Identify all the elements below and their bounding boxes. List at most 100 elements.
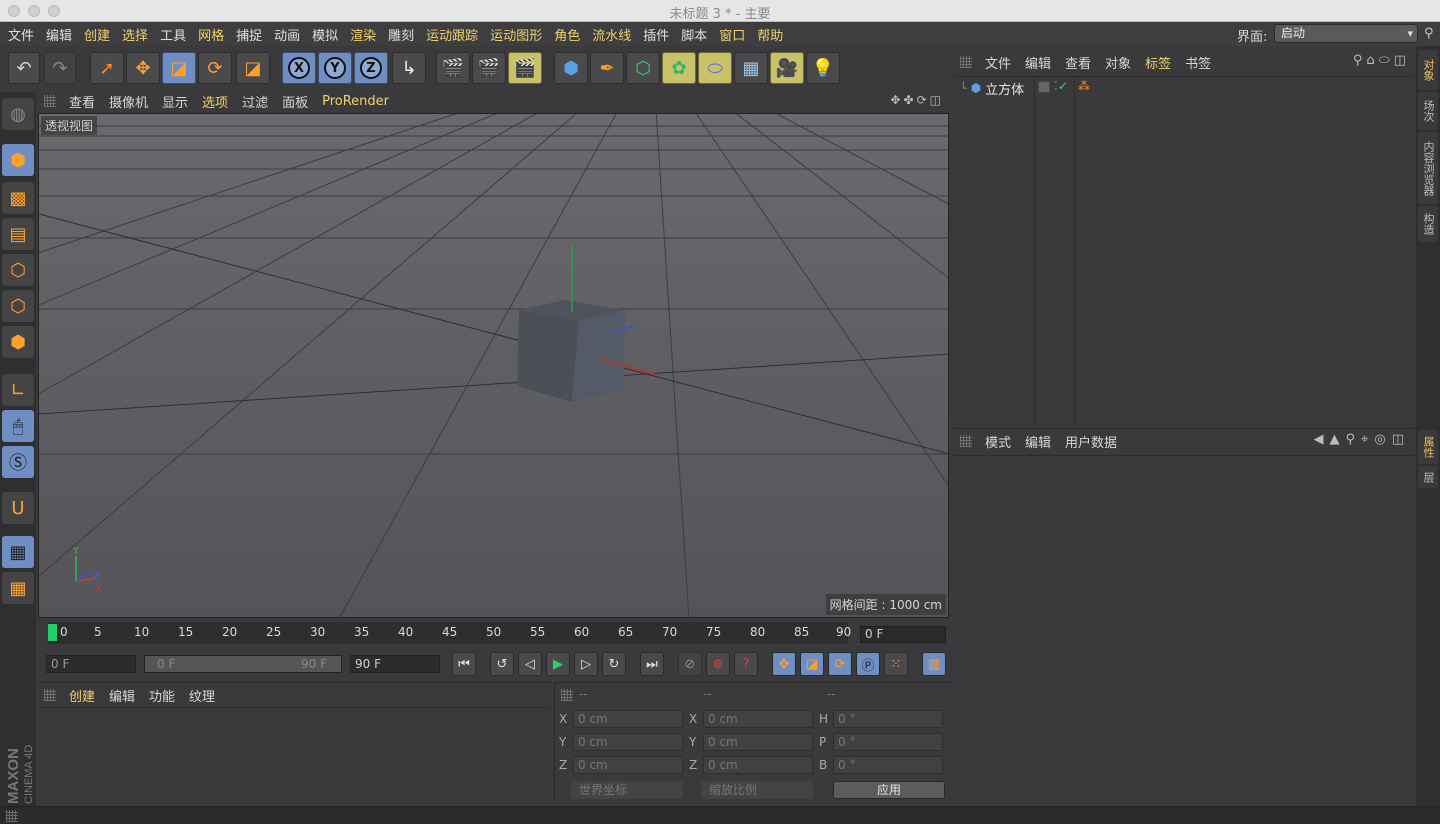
tree-row-cube[interactable]: └ ⬢ 立方体 <box>960 79 1024 98</box>
tab-structure[interactable]: 构造 <box>1418 206 1438 242</box>
tweak-mode-button[interactable]: 🖱 <box>2 410 34 442</box>
layer-swatch[interactable] <box>1038 81 1050 93</box>
go-to-start-button[interactable]: ⏮ <box>452 652 476 676</box>
render-picture-viewer-button[interactable]: 🎬 <box>472 52 506 84</box>
viewport-menu-filter[interactable]: 过滤 <box>235 92 275 111</box>
object-menu-file[interactable]: 文件 <box>978 53 1018 72</box>
model-mode-button[interactable]: ⬢ <box>2 144 34 176</box>
menu-animate[interactable]: 动画 <box>268 25 306 44</box>
rot-p-field[interactable]: 0 ° <box>833 733 943 751</box>
add-camera-button[interactable]: 🎥 <box>770 52 804 84</box>
timeline-ruler[interactable]: 0 5 10 15 20 25 30 35 40 45 50 55 60 65 … <box>48 622 851 644</box>
menu-window[interactable]: 窗口 <box>713 25 751 44</box>
attribute-area[interactable] <box>954 455 1414 809</box>
autokey-button[interactable]: ? <box>734 652 758 676</box>
timeline-window-button[interactable]: ▥ <box>922 652 946 676</box>
material-tag-icon[interactable]: ⁂ <box>1078 79 1090 93</box>
next-key-button[interactable]: ↻ <box>602 652 626 676</box>
redo-button[interactable]: ↷ <box>44 52 76 84</box>
frame-range-slider[interactable]: 0 F 90 F <box>144 655 342 673</box>
add-subdivision-button[interactable]: ⬡ <box>626 52 660 84</box>
scale-tool-button[interactable]: ◪ <box>162 52 196 84</box>
search-icon[interactable]: ⚲ <box>1424 26 1434 41</box>
menu-render[interactable]: 渲染 <box>344 25 382 44</box>
add-deformer-button[interactable]: ⬭ <box>698 52 732 84</box>
menu-character[interactable]: 角色 <box>548 25 586 44</box>
edges-mode-button[interactable]: ⬡ <box>2 290 34 322</box>
object-menu-edit[interactable]: 编辑 <box>1018 53 1058 72</box>
snap-button[interactable]: U <box>2 492 34 524</box>
attr-menu-userdata[interactable]: 用户数据 <box>1058 432 1124 451</box>
menu-help[interactable]: 帮助 <box>751 25 789 44</box>
pos-x-field[interactable]: 0 cm <box>573 710 683 728</box>
add-floor-button[interactable]: ▦ <box>734 52 768 84</box>
workplane-rotate-button[interactable]: ▦ <box>2 572 34 604</box>
recent-tool-button[interactable]: ◪ <box>236 52 270 84</box>
attribute-nav-icons[interactable]: ◀▲⚲⌖◎◫ <box>1314 432 1410 447</box>
attr-menu-edit[interactable]: 编辑 <box>1018 432 1058 451</box>
pos-z-field[interactable]: 0 cm <box>573 756 683 774</box>
panel-grip-icon[interactable] <box>561 689 573 701</box>
axis-mode-button[interactable]: ∟ <box>2 374 34 406</box>
start-frame-field[interactable]: 0 F <box>46 655 136 673</box>
tab-takes[interactable]: 场次 <box>1418 92 1438 130</box>
workplane-mode-button[interactable]: ▤ <box>2 218 34 250</box>
material-menu-create[interactable]: 创建 <box>62 686 102 705</box>
cube-object[interactable] <box>517 300 625 402</box>
prev-frame-button[interactable]: ◁ <box>518 652 542 676</box>
rot-b-field[interactable]: 0 ° <box>833 756 943 774</box>
material-area[interactable] <box>38 707 550 803</box>
add-cube-button[interactable]: ⬢ <box>554 52 588 84</box>
add-cloner-button[interactable]: ✿ <box>662 52 696 84</box>
make-editable-button[interactable]: ◍ <box>2 98 34 130</box>
menu-select[interactable]: 选择 <box>116 25 154 44</box>
undo-button[interactable]: ↶ <box>8 52 40 84</box>
workplane-lock-button[interactable]: ▦ <box>2 536 34 568</box>
add-pen-button[interactable]: ✒ <box>590 52 624 84</box>
menu-pipeline[interactable]: 流水线 <box>586 25 637 44</box>
key-rotation-button[interactable]: ⟳ <box>828 652 852 676</box>
key-pla-button[interactable]: ⁙ <box>884 652 908 676</box>
render-settings-button[interactable]: 🎬 <box>508 52 542 84</box>
object-menu-tags[interactable]: 标签 <box>1138 53 1178 72</box>
key-scale-button[interactable]: ◪ <box>800 652 824 676</box>
pos-y-field[interactable]: 0 cm <box>573 733 683 751</box>
menu-tools[interactable]: 工具 <box>154 25 192 44</box>
object-menu-view[interactable]: 查看 <box>1058 53 1098 72</box>
menu-sculpt[interactable]: 雕刻 <box>382 25 420 44</box>
coord-system-select[interactable]: 世界坐标 <box>571 781 683 799</box>
current-frame-field[interactable]: 0 F <box>860 626 946 643</box>
viewport-menu-view[interactable]: 查看 <box>62 92 102 111</box>
key-parameter-button[interactable]: Ⓟ <box>856 652 880 676</box>
menu-create[interactable]: 创建 <box>78 25 116 44</box>
viewport-nav-icons[interactable]: ✥✤⟳◫ <box>890 93 944 107</box>
material-menu-edit[interactable]: 编辑 <box>102 686 142 705</box>
object-manager-tool-icons[interactable]: ⚲⌂⬭◫ <box>1353 53 1410 68</box>
perspective-viewport[interactable]: Y Z X 透视视图 网格间距 : 1000 cm <box>38 113 949 618</box>
material-menu-texture[interactable]: 纹理 <box>182 686 222 705</box>
visibility-check-icon[interactable]: ⁚✓ <box>1054 79 1068 93</box>
rot-h-field[interactable]: 0 ° <box>833 710 943 728</box>
record-keys-button[interactable]: ⊚ <box>706 652 730 676</box>
key-position-button[interactable]: ✥ <box>772 652 796 676</box>
size-y-field[interactable]: 0 cm <box>703 733 813 751</box>
points-mode-button[interactable]: ⬡ <box>2 254 34 286</box>
menu-mograph[interactable]: 运动图形 <box>484 25 548 44</box>
layout-select[interactable]: 启动 <box>1274 24 1418 43</box>
material-menu-function[interactable]: 功能 <box>142 686 182 705</box>
menu-plugins[interactable]: 插件 <box>637 25 675 44</box>
object-menu-bookmarks[interactable]: 书签 <box>1178 53 1218 72</box>
go-to-end-button[interactable]: ⏭ <box>640 652 664 676</box>
size-z-field[interactable]: 0 cm <box>703 756 813 774</box>
panel-grip-icon[interactable] <box>44 689 56 701</box>
render-view-button[interactable]: 🎬 <box>436 52 470 84</box>
play-button[interactable]: ▶ <box>546 652 570 676</box>
tab-content-browser[interactable]: 内容浏览器 <box>1418 132 1438 204</box>
viewport-scene[interactable]: Y Z X <box>39 114 949 618</box>
menu-snap[interactable]: 捕捉 <box>230 25 268 44</box>
tab-objects[interactable]: 对象 <box>1418 50 1438 90</box>
tab-layers[interactable]: 层 <box>1418 466 1438 488</box>
viewport-menu-camera[interactable]: 摄像机 <box>102 92 155 111</box>
record-off-button[interactable]: ⊘ <box>678 652 702 676</box>
attr-menu-mode[interactable]: 模式 <box>978 432 1018 451</box>
